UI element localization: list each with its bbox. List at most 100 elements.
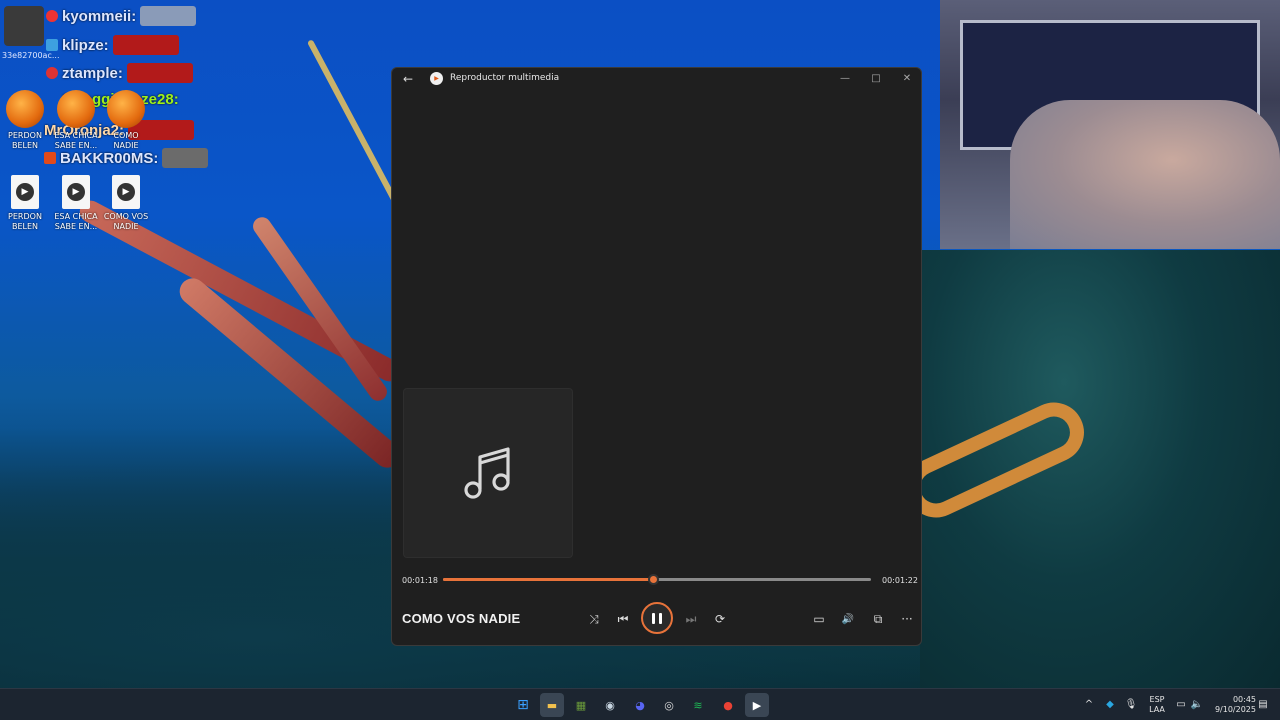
badge-icon [44,152,56,164]
desktop-icon-label: NADIE [113,141,139,150]
desktop-shortcut-esa-chica[interactable]: ESA CHICA SABE EN... [51,90,101,151]
taskbar-chrome[interactable]: ● [716,693,740,717]
clock-date: 9/10/2025 [1214,705,1256,714]
folder-icon: ▬ [546,698,558,712]
desktop-icon-label: NADIE [113,222,139,231]
window-title: Reproductor multimedia [450,73,560,83]
fl-studio-icon [57,90,95,128]
elapsed-time: 00:01:18 [402,576,438,585]
webcam-overlay [940,0,1280,249]
titlebar[interactable]: ← ▶ Reproductor multimedia — □ ✕ [392,68,921,90]
desktop-icon-label: BELEN [11,141,39,150]
chat-message: ztample: [46,63,193,83]
desktop-icon-label: PERDON [8,131,42,140]
defender-icon[interactable]: ◆ [1103,697,1117,711]
media-player-icon: ▶ [752,698,762,712]
taskbar-obs[interactable]: ◎ [657,693,681,717]
taskbar: ⊞ ▬ ▦ ◉ ◕ ◎ ≋ ● ▶ ^ ◆ 🎙 ESP LAA ▭ 🔈 00:4… [0,688,1280,720]
desktop-icon-label: SABE EN... [54,141,98,150]
chat-username: ztample: [62,64,123,82]
keyboard-layout: LAA [1149,705,1165,714]
desktop-icon-label: COMO [113,131,139,140]
obs-icon: ◎ [664,698,674,712]
badge-icon [46,67,58,79]
desktop-icon-label: BELEN [11,222,39,231]
chat-message: klipze: [46,35,179,55]
album-art [403,388,573,558]
notifications-icon[interactable]: ▤ [1256,697,1270,711]
language-code: ESP [1149,695,1165,704]
media-file-icon: ▶ [62,175,90,209]
music-note-icon [464,447,510,499]
media-player-app-icon: ▶ [430,72,443,85]
fl-studio-icon [107,90,145,128]
seek-bar-thumb[interactable] [647,574,659,585]
clock[interactable]: 00:45 9/10/2025 [1210,695,1256,715]
chrome-icon: ● [723,698,733,712]
previous-button[interactable]: ⏮ [612,608,634,630]
chat-username: klipze: [62,36,109,54]
more-options-button[interactable]: ··· [896,608,918,630]
minimize-button[interactable]: — [836,70,854,88]
microphone-icon[interactable]: 🎙 [1124,697,1138,711]
chat-message: kyommeii: [46,6,197,26]
taskbar-media-player[interactable]: ▶ [745,693,769,717]
next-button[interactable]: ⏭ [680,608,702,630]
remaining-time: 00:01:22 [882,576,918,585]
desktop-icon-label: ESA CHICA [54,131,98,140]
seek-bar-fill [443,578,653,581]
webcam-person [1010,100,1280,249]
desktop-file-perdon-belen[interactable]: ▶ PERDON BELEN [0,175,50,232]
badge-icon [46,39,58,51]
desktop-file-como-vos-nadie[interactable]: ▶ COMO VOS NADIE [101,175,151,232]
media-file-icon: ▶ [112,175,140,209]
spotify-icon: ≋ [693,698,703,712]
taskbar-minecraft[interactable]: ▦ [569,693,593,717]
emote-icon [112,35,179,55]
desktop-shortcut-como-vos-nadie[interactable]: COMO NADIE [101,90,151,151]
cast-button[interactable]: ⧉ [867,608,889,630]
emote-icon [162,148,209,168]
taskbar-spotify[interactable]: ≋ [686,693,710,717]
chat-username: kyommeii: [62,7,137,25]
miniplayer-button[interactable]: ▭ [808,608,830,630]
desktop-shortcut-perdon-belen[interactable]: PERDON BELEN [0,90,50,151]
seek-bar[interactable] [443,574,871,585]
desktop-icon-label: ESA CHICA [54,212,98,221]
steam-icon: ◉ [605,698,615,712]
desktop-icon-label: PERDON [8,212,42,221]
windows-icon: ⊞ [517,697,529,713]
shuffle-button[interactable]: ⤨ [583,608,605,630]
minecraft-icon: ▦ [575,698,587,712]
chevron-up-icon[interactable]: ^ [1082,697,1096,711]
taskbar-discord[interactable]: ◕ [628,693,652,717]
emote-icon [126,63,193,83]
clock-time: 00:45 [1232,695,1256,704]
taskbar-file-explorer[interactable]: ▬ [540,693,564,717]
song-title: COMO VOS NADIE [402,611,521,626]
fl-studio-icon [6,90,44,128]
emote-icon [140,6,197,26]
discord-icon: ◕ [635,698,645,712]
language-indicator[interactable]: ESP LAA [1146,695,1168,715]
maximize-button[interactable]: □ [867,70,885,88]
start-button[interactable]: ⊞ [511,693,535,717]
desktop-icon-label: COMO VOS [103,212,149,221]
desktop-icon-label: SABE EN... [54,222,98,231]
volume-icon[interactable]: 🔈 [1190,697,1204,711]
desktop-file-esa-chica[interactable]: ▶ ESA CHICA SABE EN... [51,175,101,232]
badge-icon [46,10,58,22]
volume-button[interactable]: 🔊 [837,608,859,630]
chat-username: BAKKR00MS: [60,149,159,167]
media-player-window[interactable]: ← ▶ Reproductor multimedia — □ ✕ 00:01:1… [391,67,922,646]
pause-button[interactable] [641,602,673,634]
close-button[interactable]: ✕ [898,70,916,88]
avatar [4,6,44,46]
media-file-icon: ▶ [11,175,39,209]
chat-message: BAKKR00MS: [44,148,209,168]
repeat-button[interactable]: ⟳ [709,608,731,630]
taskbar-steam[interactable]: ◉ [598,693,622,717]
pause-icon [652,612,655,624]
network-icon[interactable]: ▭ [1174,697,1188,711]
back-button[interactable]: ← [400,71,416,87]
